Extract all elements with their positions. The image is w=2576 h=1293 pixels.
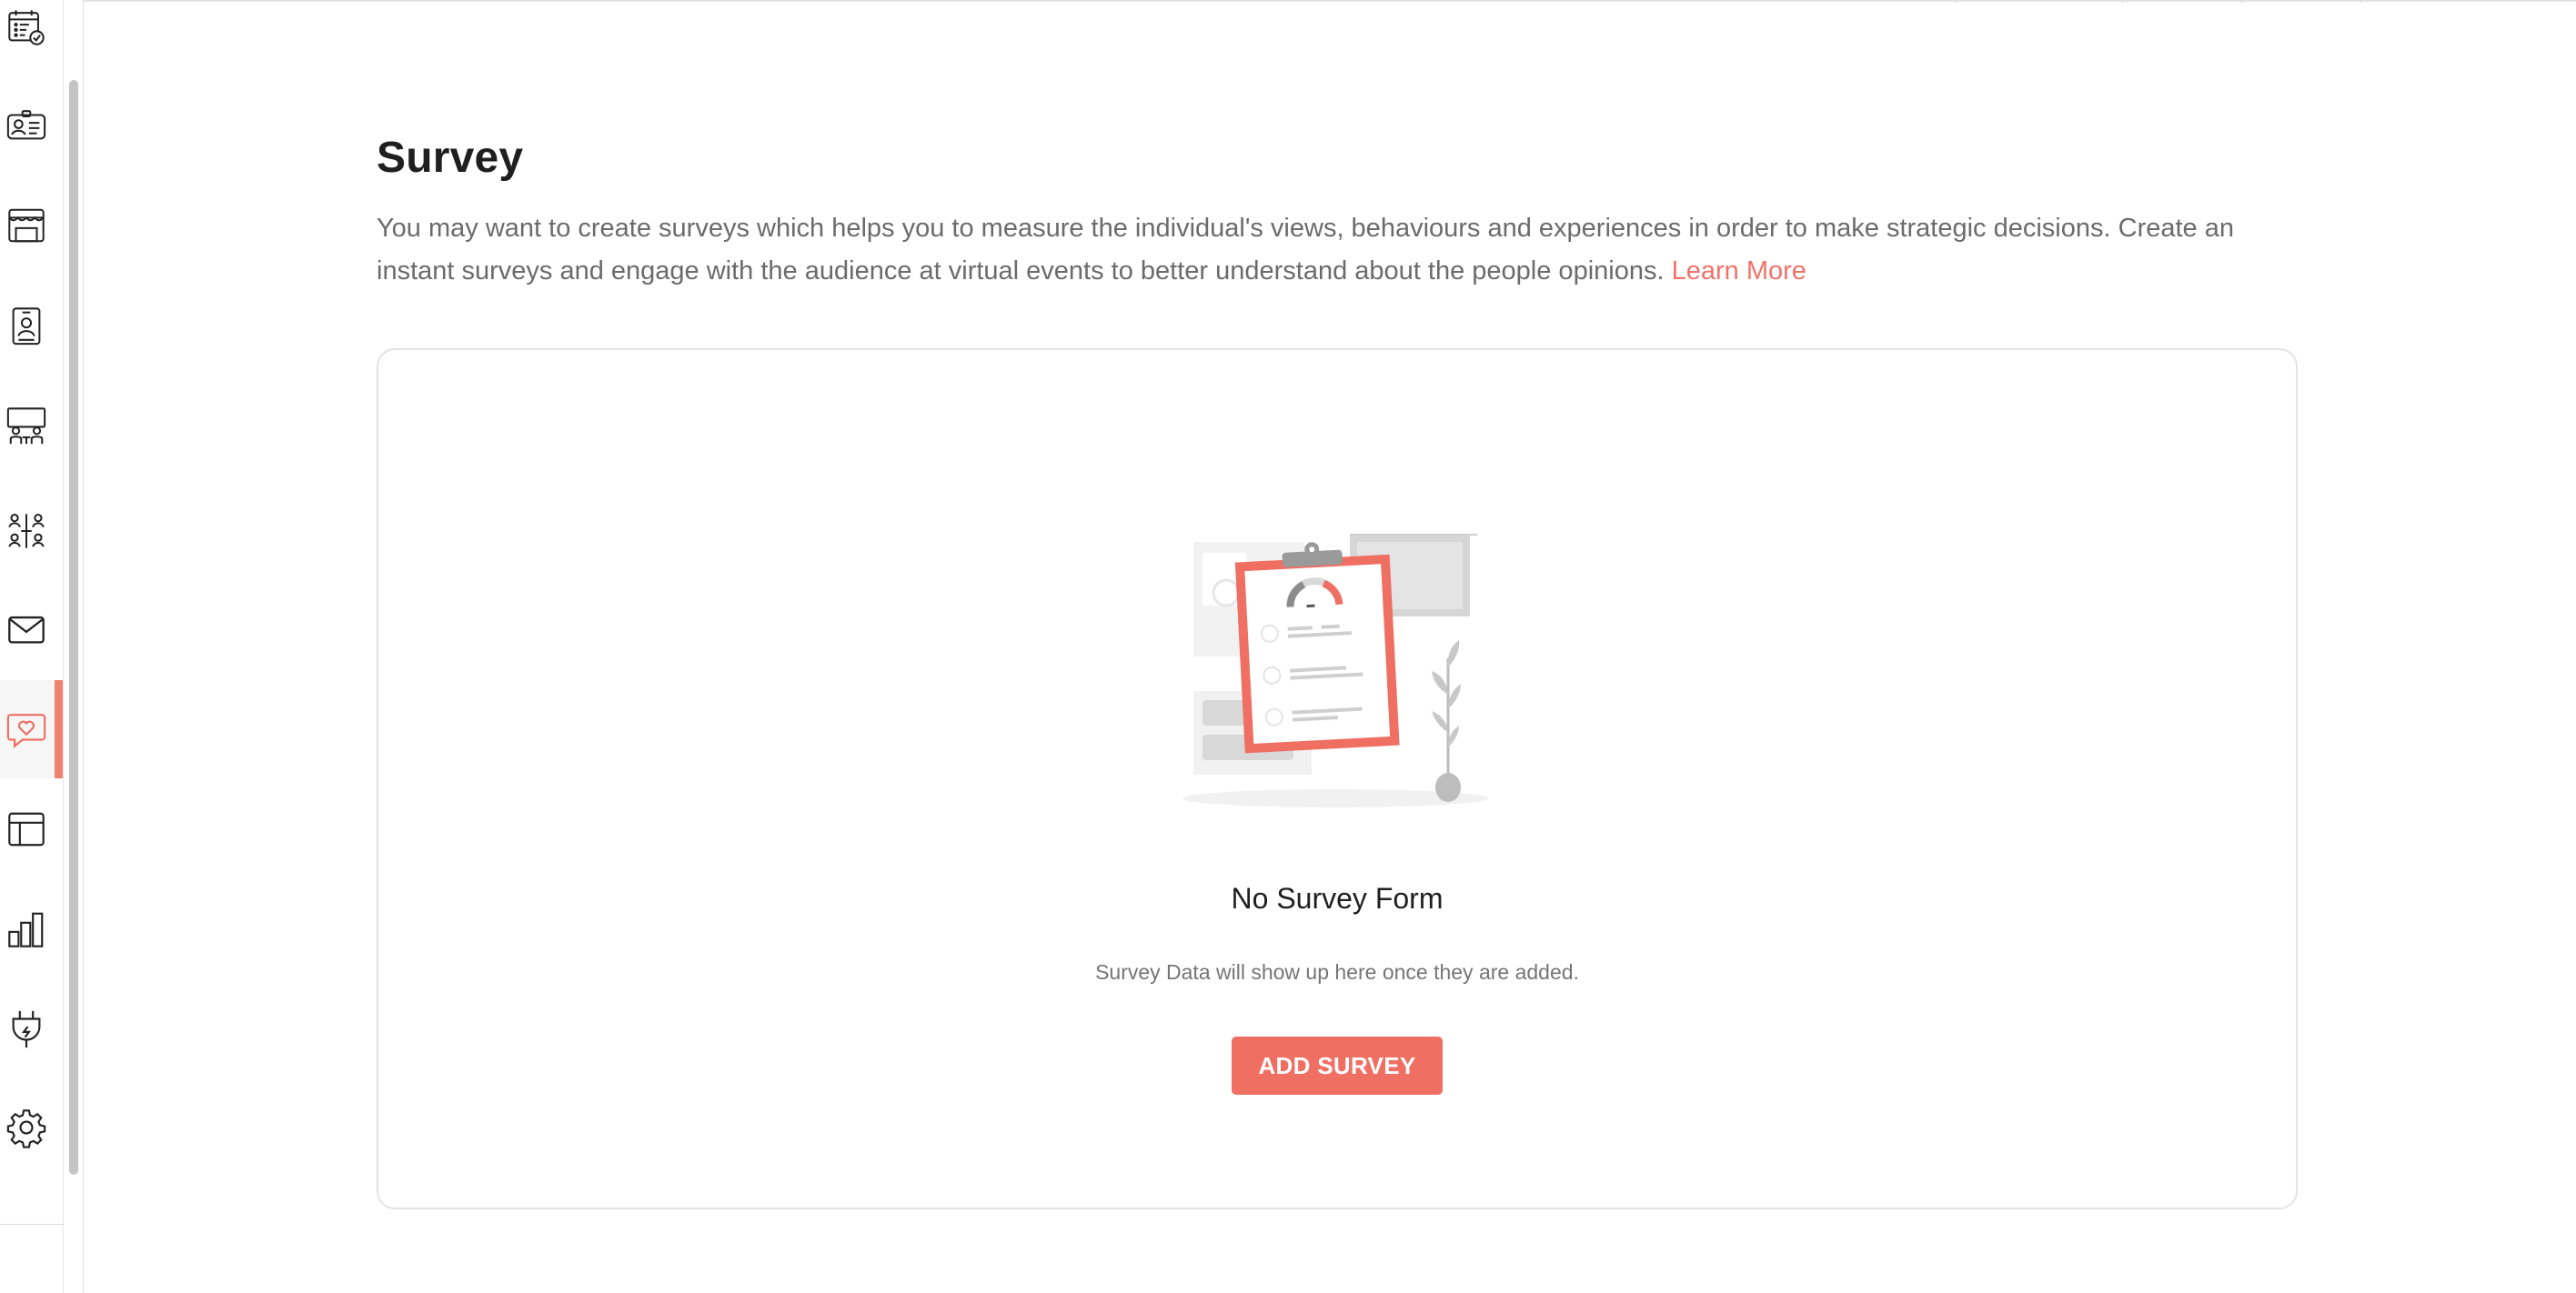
booth-icon [8,208,45,243]
analytics-icon [8,912,44,947]
sidebar-scrollbar-thumb[interactable] [69,80,78,1175]
badge-icon [12,307,41,346]
contact-card-icon [6,110,46,140]
networking-icon [8,514,45,548]
header-tick [2360,0,2361,3]
integration-plug-icon [12,1010,41,1048]
sidebar-divider [0,1224,64,1225]
email-icon [8,616,45,644]
sidebar-item-sessions[interactable] [0,376,62,475]
header-tick [1956,0,1957,3]
calendar-check-icon [8,10,45,45]
add-survey-button[interactable]: ADD SURVEY [1232,1037,1443,1095]
survey-heart-icon [6,714,46,748]
sidebar-item-integrations[interactable] [0,980,62,1078]
empty-state-subtitle: Survey Data will show up here once they … [1095,960,1579,984]
sidebar-item-booths[interactable] [0,176,62,275]
active-indicator [55,680,63,778]
header-divider [84,0,2576,2]
empty-state-title: No Survey Form [1231,882,1444,915]
sidebar-item-layout[interactable] [0,780,62,878]
settings-gear-icon [6,1109,46,1148]
sidebar-item-settings[interactable] [0,1078,62,1177]
sidebar-item-networking[interactable] [0,482,62,580]
sidebar-item-contacts[interactable] [0,76,62,175]
sidebar-item-badges[interactable] [0,276,62,375]
header-tick [2122,0,2123,3]
survey-clipboard-illustration [1182,534,1488,807]
description-text: You may want to create surveys which hel… [377,214,2234,286]
header-tick [2241,0,2242,3]
page-description: You may want to create surveys which hel… [377,207,2305,293]
sidebar-item-agenda[interactable] [0,0,62,76]
page-title: Survey [377,134,524,182]
presentation-icon [6,407,46,445]
sidebar-item-survey[interactable] [0,680,62,778]
sidebar [0,0,64,1293]
learn-more-link[interactable]: Learn More [1672,256,1806,286]
sidebar-item-email[interactable] [0,580,62,678]
layout-icon [8,812,45,847]
sidebar-item-analytics[interactable] [0,880,62,978]
